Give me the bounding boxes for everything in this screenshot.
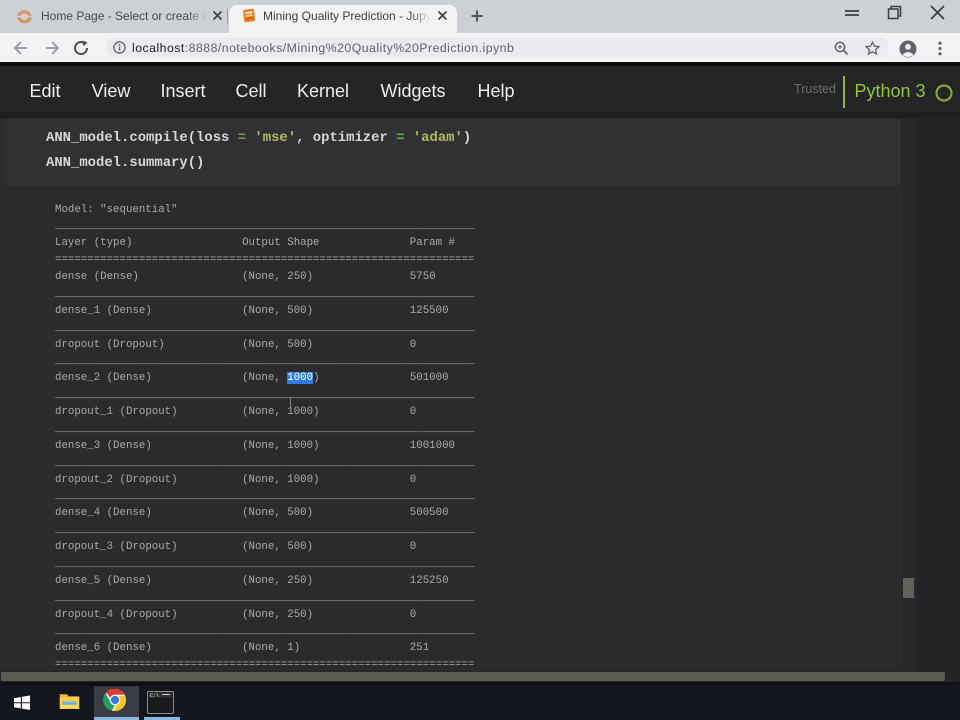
svg-text:C:\: C:\ xyxy=(150,693,159,699)
